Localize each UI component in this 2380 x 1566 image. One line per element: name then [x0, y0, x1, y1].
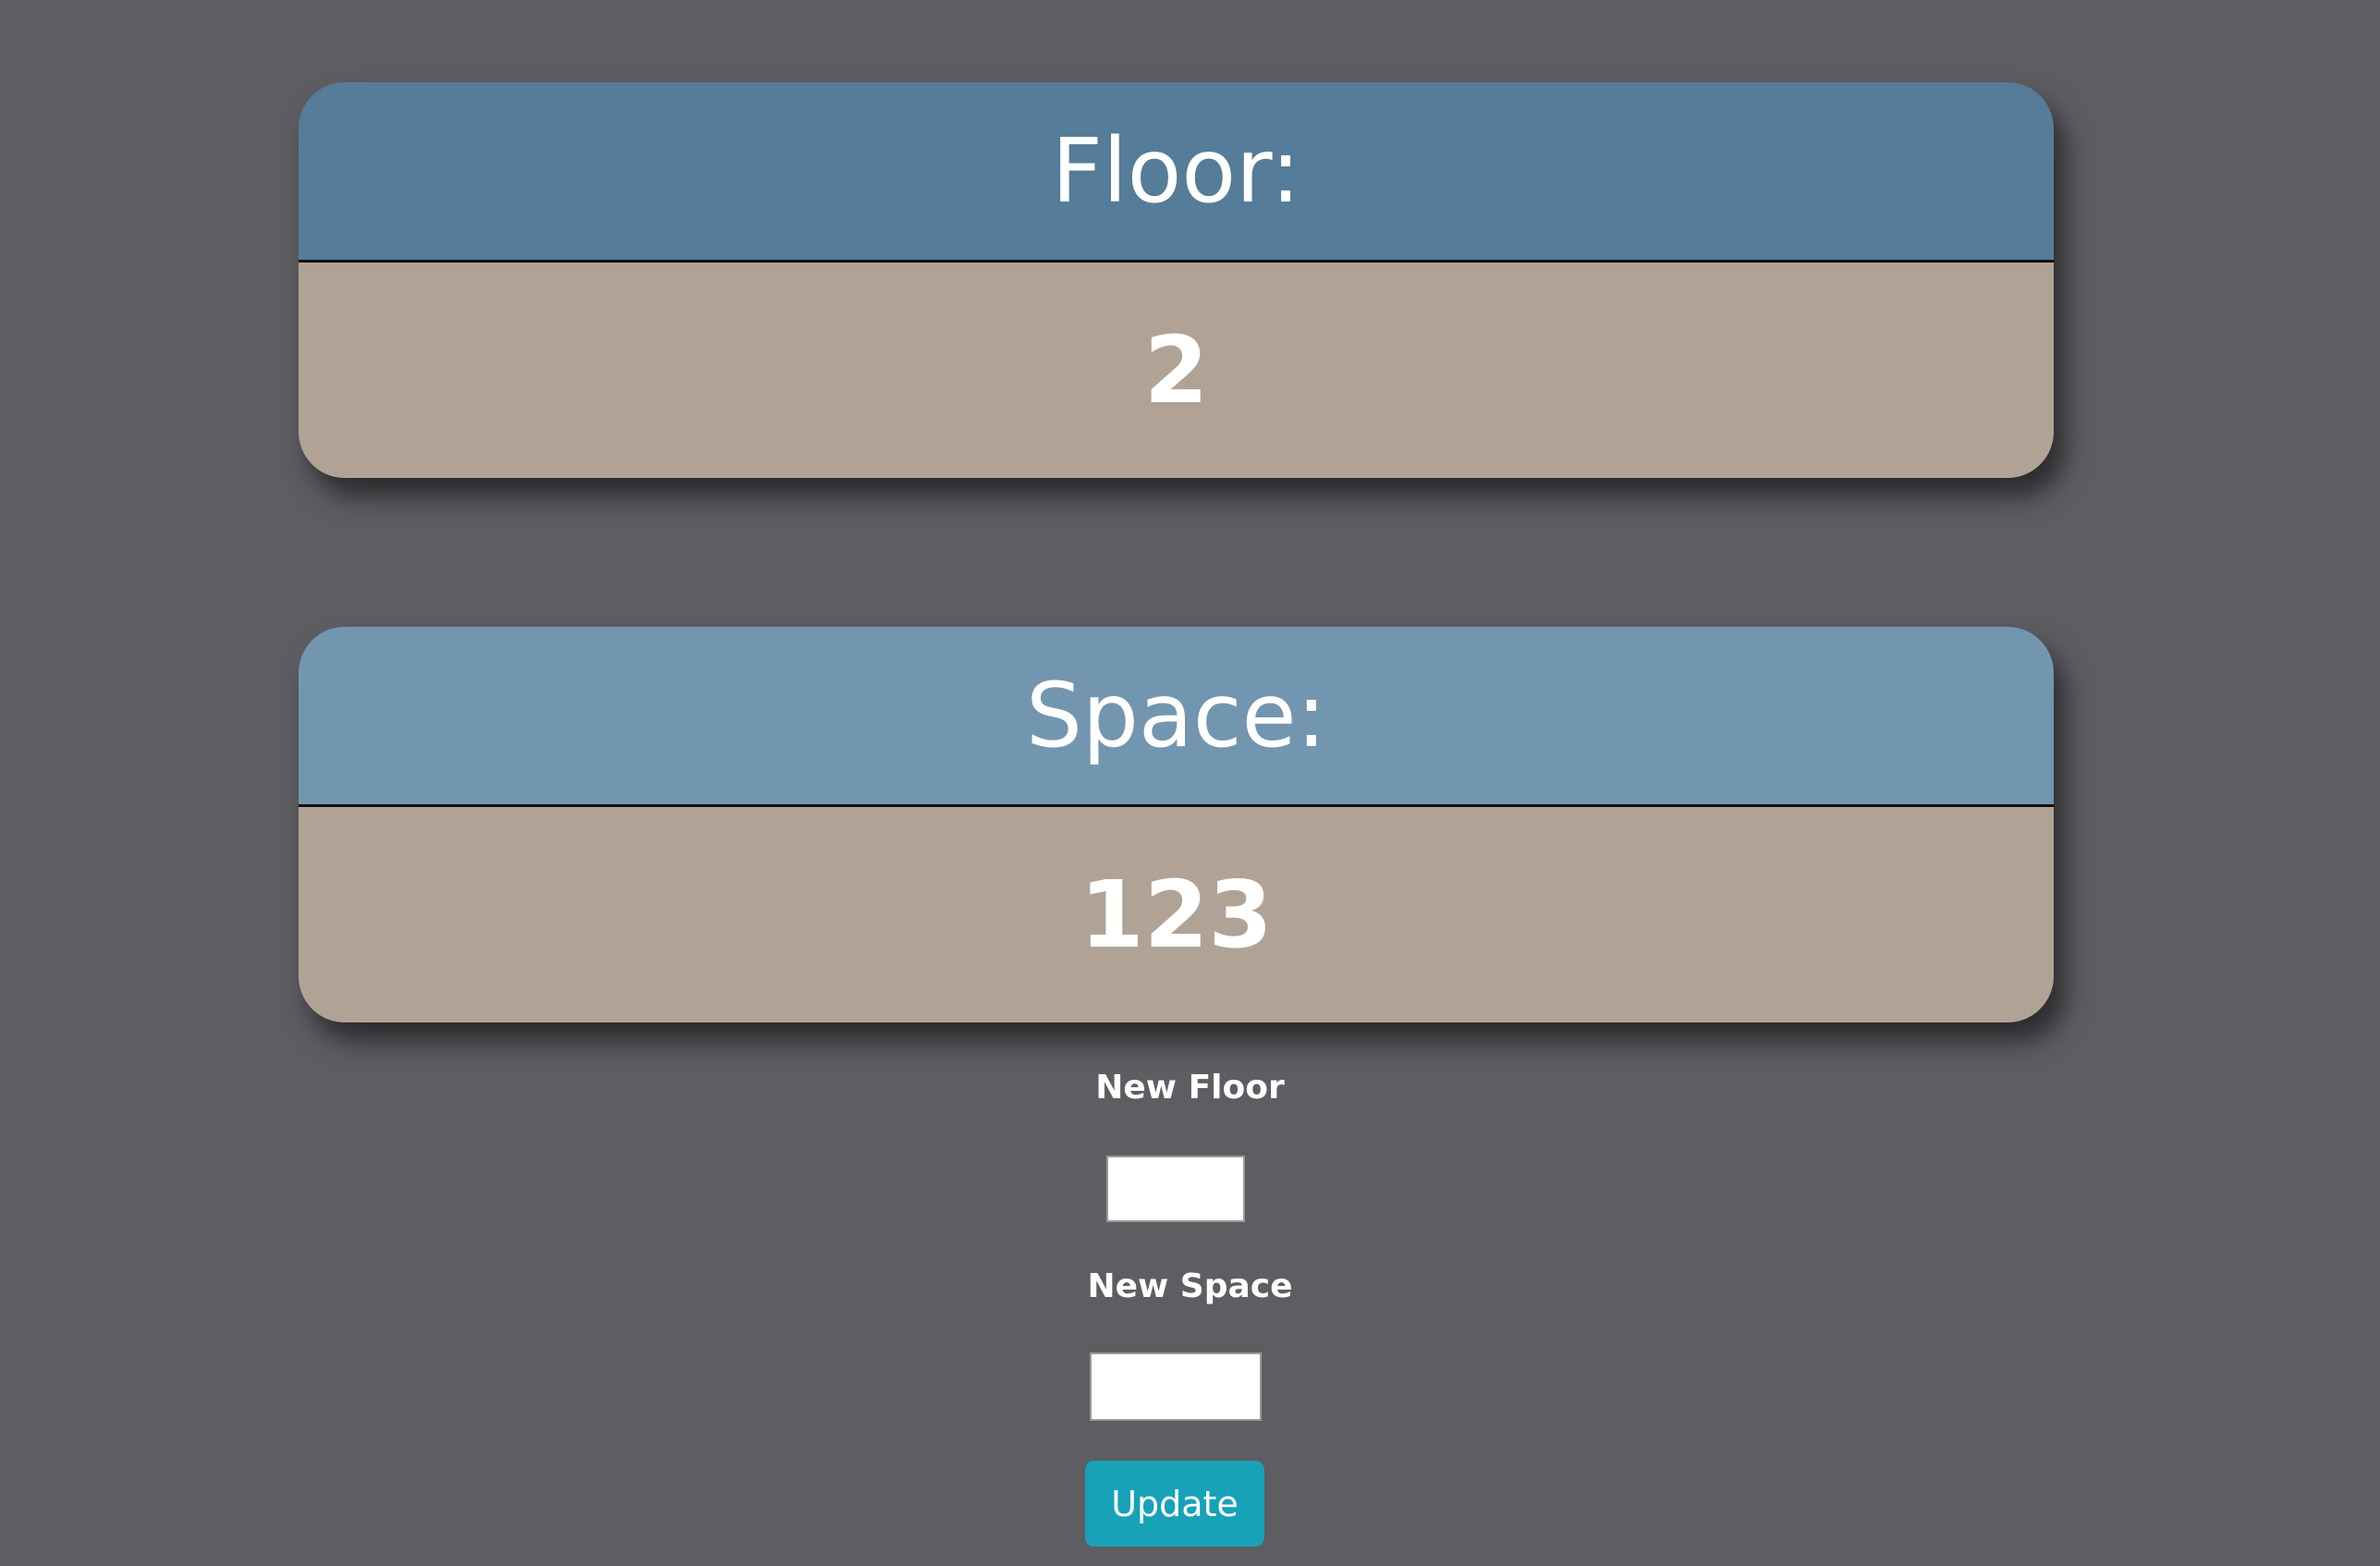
floor-value: 2	[299, 263, 2054, 478]
floor-card: Floor: 2	[299, 82, 2054, 478]
floor-card-title: Floor:	[299, 82, 2054, 263]
new-space-label: New Space	[1087, 1267, 1293, 1305]
new-floor-label: New Floor	[1095, 1069, 1285, 1107]
new-space-input[interactable]	[1090, 1352, 1262, 1421]
space-card: Space: 123	[299, 627, 2054, 1022]
update-button[interactable]: Update	[1085, 1461, 1264, 1547]
space-card-title: Space:	[299, 627, 2054, 807]
new-floor-input[interactable]	[1106, 1156, 1245, 1222]
space-value: 123	[299, 807, 2054, 1022]
